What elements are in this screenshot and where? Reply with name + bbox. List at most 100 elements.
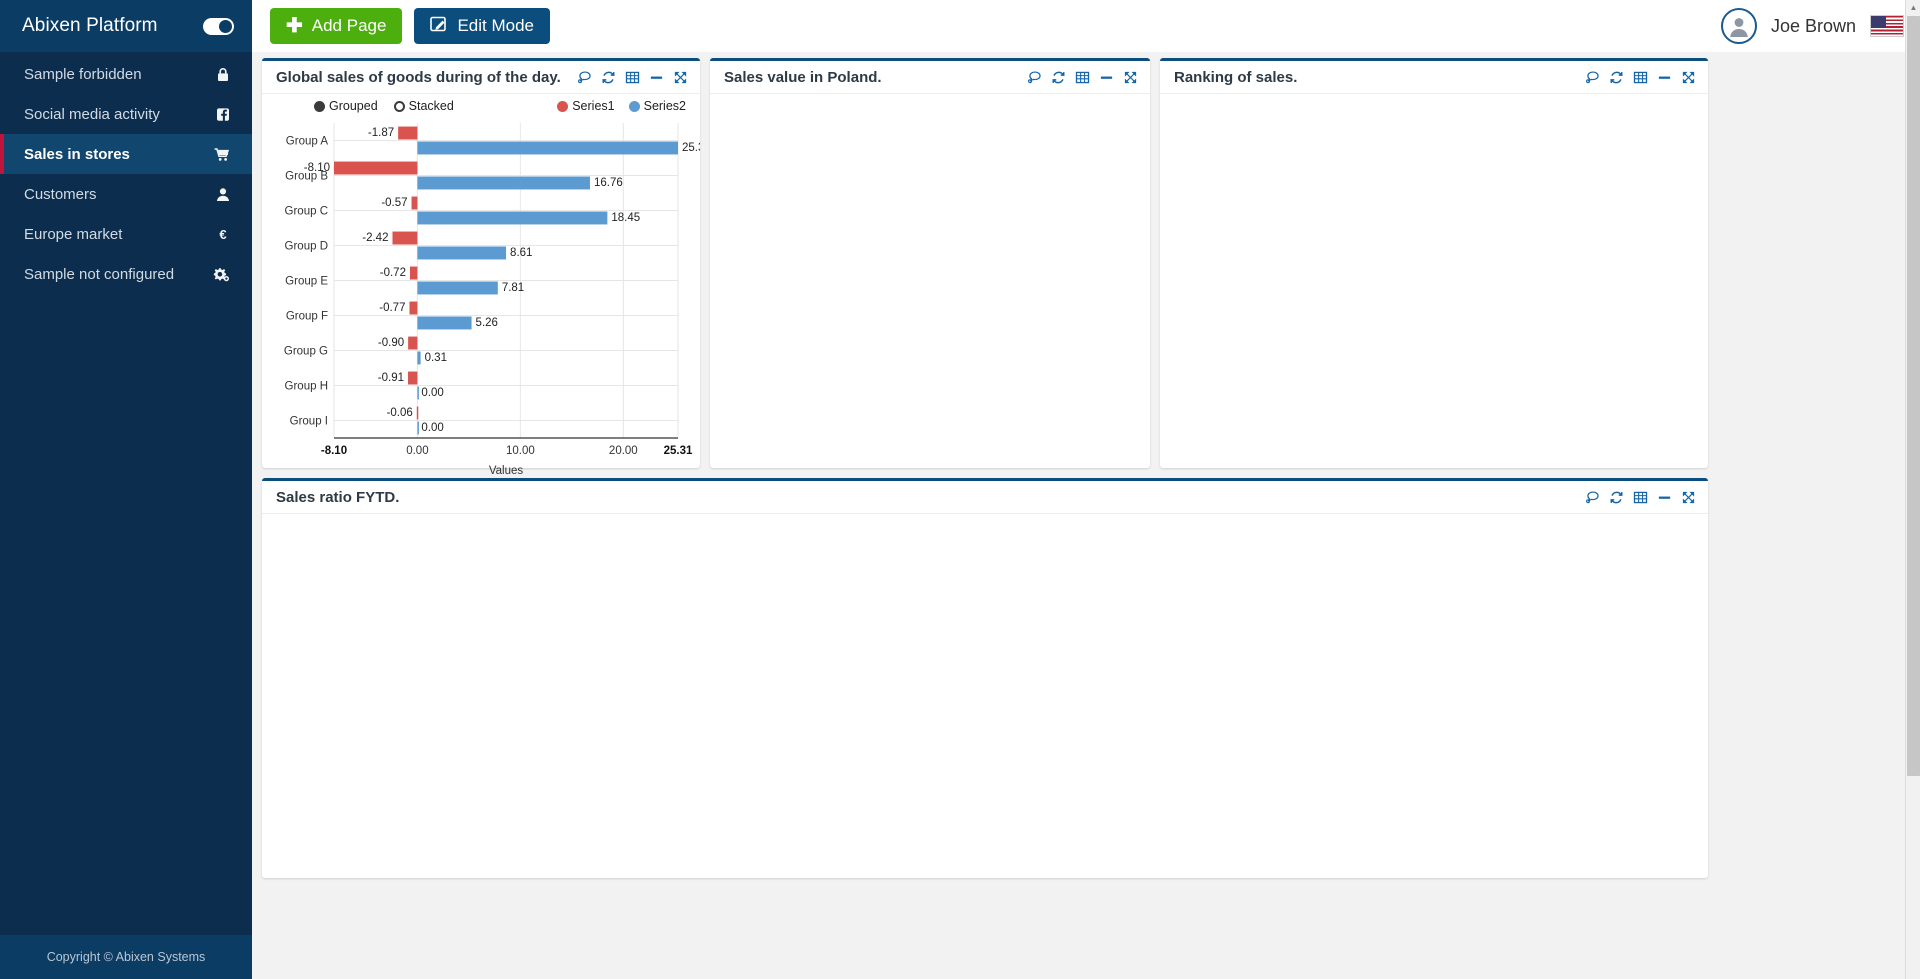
sidebar-toggle-icon[interactable]: [203, 18, 234, 35]
svg-text:-0.90: -0.90: [378, 337, 404, 349]
minimize-icon[interactable]: [1099, 70, 1114, 85]
radio-stacked[interactable]: Stacked: [394, 99, 454, 113]
sidebar-item-label: Sales in stores: [24, 146, 130, 163]
widget-sales-ratio: Sales ratio FYTD.: [262, 478, 1708, 878]
expand-icon[interactable]: [1681, 70, 1696, 85]
us-flag-icon[interactable]: [1870, 15, 1904, 37]
minimize-icon[interactable]: [1657, 70, 1672, 85]
refresh-icon[interactable]: [1609, 70, 1624, 85]
scrollbar-up-arrow[interactable]: ▲: [1906, 0, 1920, 15]
top-toolbar: ✚ Add Page Edit Mode Joe Brown: [252, 0, 1920, 52]
svg-text:-0.72: -0.72: [380, 267, 406, 279]
legend-item-series1[interactable]: Series1: [557, 99, 614, 113]
table-icon[interactable]: [1633, 490, 1648, 505]
sidebar-item-europe-market[interactable]: Europe market€: [0, 214, 252, 254]
widget-header: Sales ratio FYTD.: [262, 481, 1708, 514]
widget-icon-group: [1585, 70, 1696, 85]
widget-title: Sales ratio FYTD.: [276, 489, 399, 506]
svg-text:Group I: Group I: [290, 416, 328, 428]
gears-icon: [210, 266, 230, 283]
svg-text:0.00: 0.00: [406, 445, 428, 457]
sidebar: Abixen Platform Sample forbidden Social m…: [0, 0, 252, 979]
sidebar-brand: Abixen Platform: [0, 0, 252, 52]
radio-label: Grouped: [329, 99, 378, 113]
table-icon[interactable]: [625, 70, 640, 85]
svg-text:Values: Values: [489, 465, 524, 477]
edit-mode-button[interactable]: Edit Mode: [414, 8, 550, 44]
legend-item-series2[interactable]: Series2: [629, 99, 686, 113]
chart-legend: Grouped Stacked Series1 Series2: [262, 94, 700, 115]
edit-mode-label: Edit Mode: [457, 16, 534, 36]
svg-text:18.45: 18.45: [611, 212, 640, 224]
bar-chart-svg: Group A-1.8725.31Group B-8.1016.76Group …: [262, 115, 700, 490]
refresh-icon[interactable]: [601, 70, 616, 85]
radio-label: Stacked: [409, 99, 454, 113]
page-scrollbar[interactable]: ▲: [1905, 0, 1920, 979]
comment-icon[interactable]: [1585, 70, 1600, 85]
brand-title: Abixen Platform: [22, 15, 158, 37]
expand-icon[interactable]: [1123, 70, 1138, 85]
user-area: Joe Brown: [1721, 8, 1904, 44]
widget-icon-group: [577, 70, 688, 85]
expand-icon[interactable]: [1681, 490, 1696, 505]
svg-text:0.31: 0.31: [425, 352, 447, 364]
dashboard-content: Global sales of goods during of the day.…: [252, 52, 1920, 878]
widget-icon-group: [1585, 490, 1696, 505]
svg-text:Group D: Group D: [285, 241, 328, 253]
user-name: Joe Brown: [1771, 16, 1856, 37]
minimize-icon[interactable]: [1657, 490, 1672, 505]
avatar[interactable]: [1721, 8, 1757, 44]
comment-icon[interactable]: [1585, 490, 1600, 505]
table-icon[interactable]: [1633, 70, 1648, 85]
radio-grouped[interactable]: Grouped: [314, 99, 378, 113]
widget-title: Global sales of goods during of the day.: [276, 69, 561, 86]
add-page-button[interactable]: ✚ Add Page: [270, 8, 402, 44]
svg-text:0.00: 0.00: [421, 422, 443, 434]
sidebar-item-label: Sample forbidden: [24, 66, 142, 83]
svg-text:10.00: 10.00: [506, 445, 535, 457]
comment-icon[interactable]: [577, 70, 592, 85]
svg-text:Group G: Group G: [284, 346, 328, 358]
svg-text:7.81: 7.81: [502, 282, 524, 294]
svg-text:5.26: 5.26: [476, 317, 498, 329]
cart-icon: [210, 146, 230, 163]
svg-text:€: €: [219, 227, 226, 242]
sidebar-item-sales-in-stores[interactable]: Sales in stores: [0, 134, 252, 174]
svg-text:Group E: Group E: [285, 276, 328, 288]
expand-icon[interactable]: [673, 70, 688, 85]
sidebar-item-customers[interactable]: Customers: [0, 174, 252, 214]
sidebar-item-label: Social media activity: [24, 106, 160, 123]
svg-text:-0.91: -0.91: [378, 372, 404, 384]
refresh-icon[interactable]: [1609, 490, 1624, 505]
svg-text:8.61: 8.61: [510, 247, 532, 259]
widget-ranking: Ranking of sales.: [1160, 58, 1708, 468]
widget-global-sales: Global sales of goods during of the day.…: [262, 58, 700, 468]
widget-header: Sales value in Poland.: [710, 61, 1150, 94]
svg-text:Group C: Group C: [285, 206, 328, 218]
add-page-label: Add Page: [312, 16, 387, 36]
svg-text:-8.10: -8.10: [321, 445, 347, 457]
comment-icon[interactable]: [1027, 70, 1042, 85]
widget-title: Ranking of sales.: [1174, 69, 1297, 86]
widget-header: Global sales of goods during of the day.: [262, 61, 700, 94]
table-icon[interactable]: [1075, 70, 1090, 85]
sidebar-item-social-media-activity[interactable]: Social media activity: [0, 94, 252, 134]
svg-text:-2.42: -2.42: [362, 232, 388, 244]
widget-sales-poland: Sales value in Poland.: [710, 58, 1150, 468]
minimize-icon[interactable]: [649, 70, 664, 85]
widget-title: Sales value in Poland.: [724, 69, 882, 86]
scrollbar-thumb[interactable]: [1907, 16, 1920, 776]
svg-text:-8.10: -8.10: [304, 162, 330, 174]
user-icon: [210, 186, 230, 203]
widget-header: Ranking of sales.: [1160, 61, 1708, 94]
legend-label: Series2: [644, 99, 686, 113]
sidebar-item-label: Customers: [24, 186, 97, 203]
sidebar-item-sample-forbidden[interactable]: Sample forbidden: [0, 54, 252, 94]
svg-text:25.31: 25.31: [664, 445, 693, 457]
svg-text:-1.87: -1.87: [368, 127, 394, 139]
refresh-icon[interactable]: [1051, 70, 1066, 85]
sidebar-item-sample-not-configured[interactable]: Sample not configured: [0, 254, 252, 294]
sidebar-footer: Copyright © Abixen Systems: [0, 935, 252, 979]
legend-label: Series1: [572, 99, 614, 113]
widget-body: GroupedStackedSeries1Series2Group A-1.87…: [262, 94, 700, 495]
